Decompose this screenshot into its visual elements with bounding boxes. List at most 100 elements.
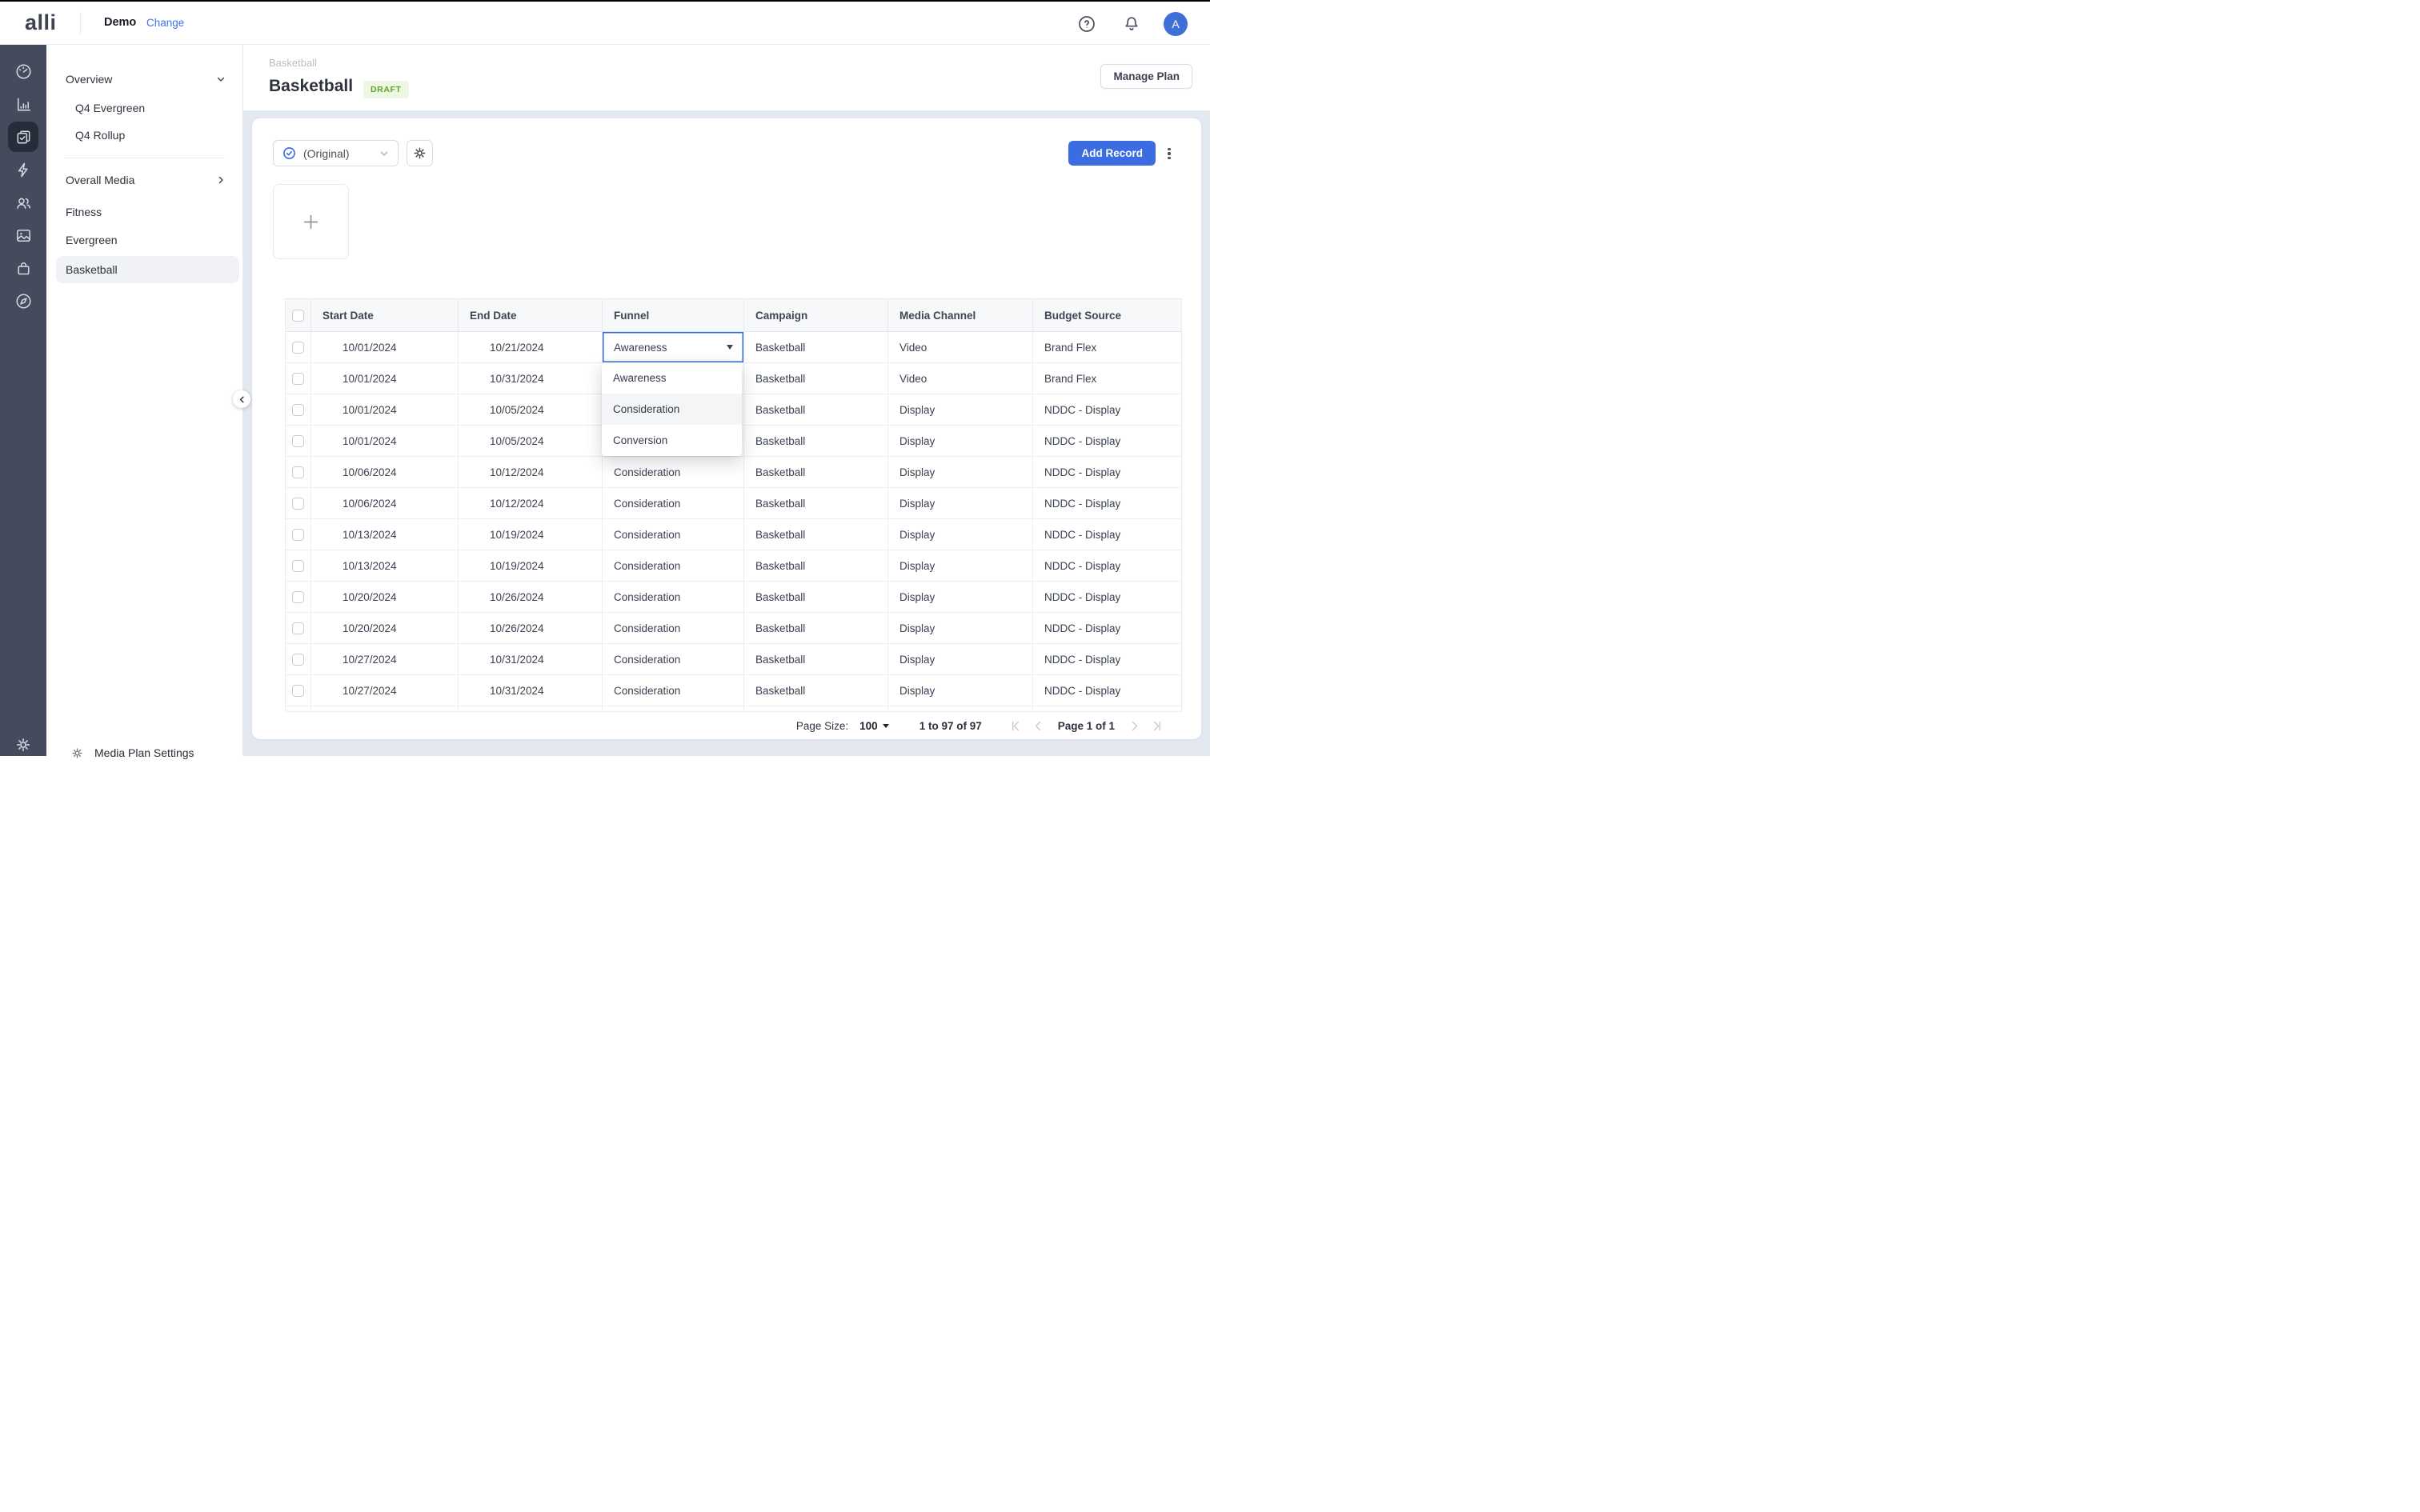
budget-source-cell[interactable]: NDDC - Display (1033, 644, 1183, 674)
budget-source-cell[interactable]: NDDC - Display (1033, 426, 1183, 456)
help-icon[interactable] (1077, 14, 1096, 34)
end-date-cell[interactable]: 10/12/2024 (459, 457, 603, 487)
media-channel-cell[interactable]: Display (888, 644, 1033, 674)
budget-source-cell[interactable]: NDDC - Display (1033, 519, 1183, 550)
funnel-cell[interactable]: Consideration (603, 675, 744, 706)
sidebar-item-overall-media[interactable]: Overall Media (46, 168, 242, 192)
media-channel-cell[interactable]: Display (888, 519, 1033, 550)
rail-item-activation[interactable] (8, 154, 38, 185)
notifications-bell-icon[interactable] (1122, 14, 1141, 34)
row-checkbox[interactable] (292, 685, 304, 697)
start-date-cell[interactable]: 10/01/2024 (311, 332, 459, 362)
rail-item-creative[interactable] (8, 220, 38, 250)
column-header-end-date[interactable]: End Date (459, 299, 603, 331)
rail-item-media-plans[interactable] (8, 122, 38, 152)
funnel-cell[interactable]: Consideration (603, 644, 744, 674)
budget-source-cell[interactable]: NDDC - Display (1033, 582, 1183, 612)
change-workspace-link[interactable]: Change (146, 17, 184, 29)
campaign-cell[interactable]: Basketball (744, 363, 888, 394)
column-header-media-channel[interactable]: Media Channel (888, 299, 1033, 331)
start-date-cell[interactable]: 10/27/2024 (311, 644, 459, 674)
sidebar-item-basketball[interactable]: Basketball (56, 256, 239, 283)
media-channel-cell[interactable]: Video (888, 332, 1033, 362)
start-date-cell[interactable]: 10/06/2024 (311, 488, 459, 518)
start-date-cell[interactable]: 10/01/2024 (311, 426, 459, 456)
funnel-cell[interactable]: Consideration (603, 550, 744, 581)
column-header-start-date[interactable]: Start Date (311, 299, 459, 331)
column-header-budget-source[interactable]: Budget Source (1033, 299, 1183, 331)
row-checkbox[interactable] (292, 654, 304, 666)
funnel-cell-open-select[interactable]: Awareness (603, 332, 744, 362)
campaign-cell[interactable]: Basketball (744, 550, 888, 581)
campaign-cell[interactable]: Basketball (744, 613, 888, 643)
campaign-cell[interactable]: Basketball (744, 457, 888, 487)
start-date-cell[interactable]: 10/06/2024 (311, 457, 459, 487)
funnel-option-consideration[interactable]: Consideration (602, 394, 742, 425)
campaign-cell[interactable]: Basketball (744, 644, 888, 674)
row-checkbox[interactable] (292, 342, 304, 354)
last-page-icon[interactable] (1150, 719, 1164, 733)
add-record-button[interactable]: Add Record (1068, 141, 1156, 166)
sidebar-collapse-button[interactable] (233, 390, 250, 408)
previous-page-icon[interactable] (1032, 719, 1045, 733)
funnel-cell[interactable]: Consideration (603, 519, 744, 550)
end-date-cell[interactable]: 10/31/2024 (459, 675, 603, 706)
sidebar-item-q4-evergreen[interactable]: Q4 Evergreen (46, 96, 242, 120)
media-channel-cell[interactable]: Display (888, 613, 1033, 643)
media-channel-cell[interactable]: Display (888, 426, 1033, 456)
row-checkbox[interactable] (292, 591, 304, 603)
row-checkbox[interactable] (292, 622, 304, 634)
budget-source-cell[interactable]: NDDC - Display (1033, 613, 1183, 643)
end-date-cell[interactable]: 10/26/2024 (459, 582, 603, 612)
media-channel-cell[interactable]: Display (888, 550, 1033, 581)
start-date-cell[interactable]: 10/20/2024 (311, 613, 459, 643)
row-checkbox[interactable] (292, 373, 304, 385)
sidebar-item-fitness[interactable]: Fitness (46, 200, 242, 224)
start-date-cell[interactable]: 10/13/2024 (311, 519, 459, 550)
column-header-campaign[interactable]: Campaign (744, 299, 888, 331)
sidebar-item-overview[interactable]: Overview (46, 67, 242, 91)
campaign-cell[interactable]: Basketball (744, 582, 888, 612)
row-checkbox[interactable] (292, 560, 304, 572)
media-plan-settings-button[interactable]: Media Plan Settings (46, 737, 243, 769)
row-checkbox[interactable] (292, 466, 304, 478)
rail-item-explore[interactable] (8, 286, 38, 316)
campaign-cell[interactable]: Basketball (744, 675, 888, 706)
campaign-cell[interactable]: Basketball (744, 332, 888, 362)
user-avatar[interactable]: A (1164, 12, 1188, 36)
manage-plan-button[interactable]: Manage Plan (1100, 64, 1192, 89)
row-checkbox[interactable] (292, 498, 304, 510)
row-checkbox[interactable] (292, 529, 304, 541)
add-version-card[interactable] (273, 184, 349, 259)
start-date-cell[interactable]: 10/01/2024 (311, 363, 459, 394)
row-checkbox[interactable] (292, 435, 304, 447)
start-date-cell[interactable]: 10/20/2024 (311, 582, 459, 612)
campaign-cell[interactable]: Basketball (744, 426, 888, 456)
start-date-cell[interactable]: 10/27/2024 (311, 675, 459, 706)
end-date-cell[interactable]: 10/21/2024 (459, 332, 603, 362)
row-checkbox[interactable] (292, 404, 304, 416)
breadcrumb[interactable]: Basketball (269, 57, 317, 69)
end-date-cell[interactable]: 10/05/2024 (459, 426, 603, 456)
first-page-icon[interactable] (1009, 719, 1023, 733)
budget-source-cell[interactable]: Brand Flex (1033, 363, 1183, 394)
funnel-cell[interactable]: Consideration (603, 488, 744, 518)
media-channel-cell[interactable]: Display (888, 457, 1033, 487)
campaign-cell[interactable]: Basketball (744, 394, 888, 425)
version-select[interactable]: (Original) (273, 140, 399, 166)
funnel-cell[interactable]: Consideration (603, 582, 744, 612)
media-channel-cell[interactable]: Video (888, 363, 1033, 394)
budget-source-cell[interactable]: Brand Flex (1033, 332, 1183, 362)
sidebar-item-evergreen[interactable]: Evergreen (46, 228, 242, 252)
funnel-option-awareness[interactable]: Awareness (602, 362, 742, 394)
end-date-cell[interactable]: 10/12/2024 (459, 488, 603, 518)
end-date-cell[interactable]: 10/31/2024 (459, 644, 603, 674)
funnel-option-conversion[interactable]: Conversion (602, 425, 742, 456)
next-page-icon[interactable] (1128, 719, 1141, 733)
rail-item-reports[interactable] (8, 89, 38, 119)
grid-settings-button[interactable] (407, 140, 433, 166)
start-date-cell[interactable]: 10/01/2024 (311, 394, 459, 425)
media-channel-cell[interactable]: Display (888, 675, 1033, 706)
media-channel-cell[interactable]: Display (888, 394, 1033, 425)
select-all-checkbox[interactable] (292, 310, 304, 322)
